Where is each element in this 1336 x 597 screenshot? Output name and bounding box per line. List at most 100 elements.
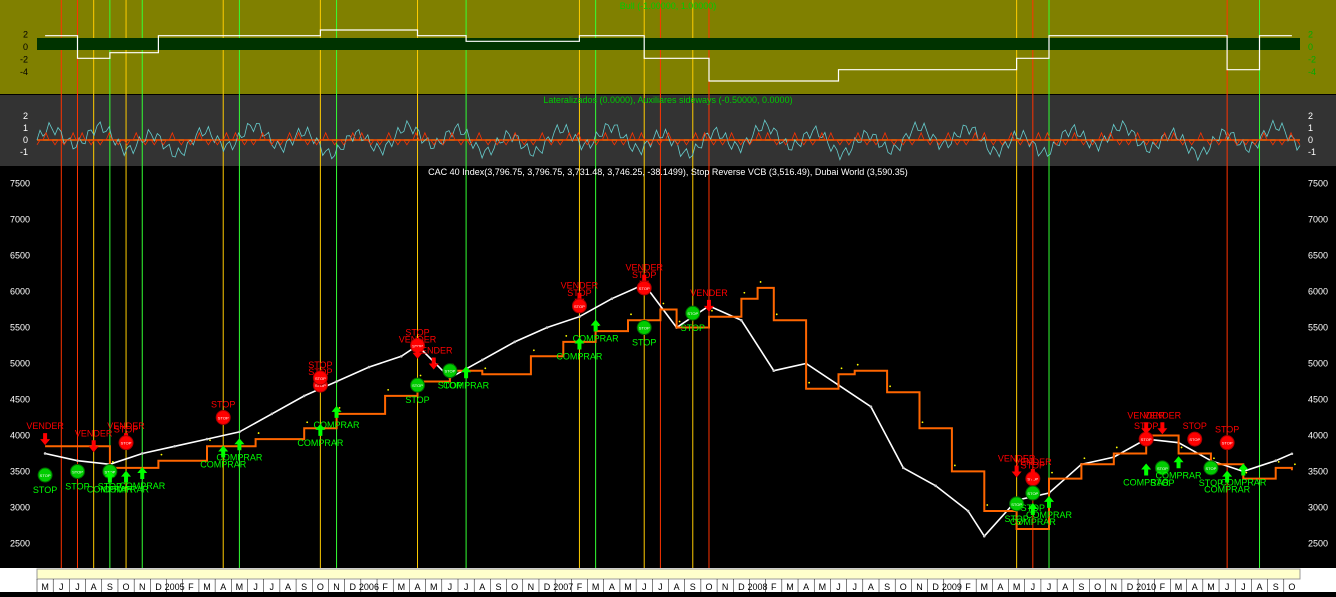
price-point-5 bbox=[205, 437, 209, 441]
dubai-dot-12 bbox=[565, 335, 568, 337]
dubai-dot-19 bbox=[759, 281, 762, 283]
price-point-23 bbox=[772, 369, 776, 373]
month-label-67: D bbox=[1127, 582, 1134, 592]
stop-disc-text-9: STOP bbox=[121, 441, 132, 446]
stop-disc-text-30: STOP bbox=[687, 311, 698, 316]
dubai-dot-4 bbox=[257, 432, 260, 434]
month-label-64: S bbox=[1078, 582, 1084, 592]
month-label-34: M bbox=[592, 582, 600, 592]
month-label-28: S bbox=[495, 582, 501, 592]
month-label-52: S bbox=[884, 582, 890, 592]
month-label-17: O bbox=[317, 582, 324, 592]
dubai-dot-1 bbox=[111, 460, 114, 463]
middle-right-tick-0: 2 bbox=[1308, 111, 1313, 121]
dubai-dot-15 bbox=[662, 302, 665, 305]
stop-disc-text-38: STOP bbox=[1027, 491, 1038, 496]
top-left-tick-2: -2 bbox=[20, 55, 28, 65]
dubai-dot-30 bbox=[1083, 457, 1086, 460]
price-point-22 bbox=[740, 319, 743, 322]
dubai-dot-26 bbox=[953, 464, 956, 467]
month-label-14: J bbox=[270, 582, 275, 592]
month-label-55: D bbox=[932, 582, 939, 592]
month-label-60: M bbox=[1013, 582, 1021, 592]
month-label-1: J bbox=[59, 582, 64, 592]
dubai-dot-3 bbox=[209, 439, 211, 442]
month-label-25: J bbox=[448, 582, 453, 592]
month-label-23: A bbox=[415, 582, 421, 592]
main-left-tick-6: 4500 bbox=[10, 394, 30, 404]
month-label-4: S bbox=[107, 582, 113, 592]
price-point-8 bbox=[302, 394, 306, 398]
stop-label-30: STOP bbox=[681, 323, 705, 333]
month-label-69: F bbox=[1160, 582, 1166, 592]
month-label-21: F bbox=[382, 582, 388, 592]
month-label-62: J bbox=[1047, 582, 1052, 592]
main-left-tick-3: 6000 bbox=[10, 287, 30, 297]
dubai-dot-36 bbox=[1277, 460, 1280, 463]
month-label-44: 2008 bbox=[748, 582, 768, 592]
stop-disc-text-20: STOP bbox=[412, 383, 423, 388]
month-label-26: J bbox=[464, 582, 469, 592]
buy-label-26: COMPRAR bbox=[573, 334, 620, 344]
month-label-68: 2010 bbox=[1136, 582, 1156, 592]
top-band bbox=[37, 38, 1300, 50]
sell-label-41: VENDER bbox=[1144, 410, 1182, 420]
dubai-dot-6 bbox=[338, 406, 341, 409]
price-point-30 bbox=[982, 534, 986, 538]
main-right-tick-10: 2500 bbox=[1308, 538, 1328, 548]
month-label-71: A bbox=[1192, 582, 1198, 592]
month-label-58: M bbox=[981, 582, 989, 592]
stop-label-38: STOP bbox=[1021, 503, 1045, 513]
main-right-tick-6: 4500 bbox=[1308, 394, 1328, 404]
price-point-11 bbox=[400, 355, 403, 358]
month-label-46: M bbox=[786, 582, 794, 592]
buy-label-44: COMPRAR bbox=[1156, 470, 1203, 480]
middle-left-tick-3: -1 bbox=[20, 147, 28, 157]
dubai-dot-21 bbox=[808, 381, 811, 384]
stop-disc-text-24: STOP bbox=[574, 304, 585, 309]
price-point-14 bbox=[480, 358, 484, 362]
price-point-3 bbox=[140, 452, 144, 455]
month-label-3: A bbox=[91, 582, 97, 592]
main-left-tick-9: 3000 bbox=[10, 502, 30, 512]
main-right-tick-9: 3000 bbox=[1308, 502, 1328, 512]
price-point-27 bbox=[901, 466, 905, 470]
month-label-42: N bbox=[722, 582, 729, 592]
month-label-41: O bbox=[705, 582, 712, 592]
stop-label-12: STOP bbox=[211, 399, 235, 409]
dubai-dot-24 bbox=[889, 385, 891, 388]
stop-disc-text-47: STOP bbox=[1206, 466, 1217, 471]
stop-label-9: STOP bbox=[114, 425, 138, 435]
top-right-tick-0: 2 bbox=[1308, 29, 1313, 39]
sell-label-31: VENDER bbox=[690, 288, 728, 298]
month-label-65: O bbox=[1094, 582, 1101, 592]
month-label-32: 2007 bbox=[553, 582, 573, 592]
month-label-22: M bbox=[398, 582, 406, 592]
month-label-45: F bbox=[771, 582, 777, 592]
month-label-11: A bbox=[220, 582, 226, 592]
month-label-33: F bbox=[577, 582, 583, 592]
month-label-27: A bbox=[479, 582, 485, 592]
stop-label-46: STOP bbox=[1215, 425, 1239, 435]
month-label-43: D bbox=[738, 582, 745, 592]
dubai-dot-27 bbox=[986, 504, 989, 506]
month-label-40: S bbox=[690, 582, 696, 592]
dubai-dot-2 bbox=[160, 453, 163, 456]
price-point-26 bbox=[869, 405, 873, 408]
month-label-15: A bbox=[285, 582, 291, 592]
sell-label-0: VENDER bbox=[26, 421, 64, 431]
top-panel-title: Bull (-1.00000, 1.00000) bbox=[620, 1, 717, 11]
month-label-57: F bbox=[965, 582, 971, 592]
price-point-10 bbox=[367, 365, 371, 369]
main-right-tick-8: 3500 bbox=[1308, 466, 1328, 476]
main-right-tick-1: 7000 bbox=[1308, 215, 1328, 225]
month-label-77: O bbox=[1288, 582, 1295, 592]
buy-label-7: COMPRAR bbox=[119, 481, 166, 491]
dubai-dot-33 bbox=[1180, 446, 1183, 449]
top-right-tick-1: 0 bbox=[1308, 42, 1313, 52]
stop-disc-text-12: STOP bbox=[218, 415, 229, 420]
main-left-tick-2: 6500 bbox=[10, 251, 30, 261]
dubai-dot-20 bbox=[775, 313, 778, 316]
price-point-39 bbox=[1274, 459, 1278, 462]
stop-disc-text-45: STOP bbox=[1189, 437, 1200, 442]
